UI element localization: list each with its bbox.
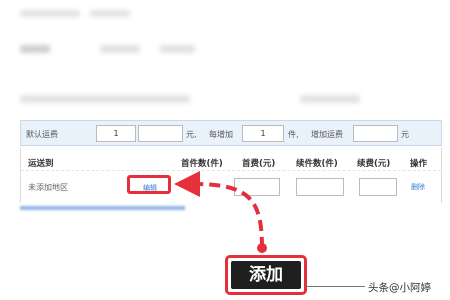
watermark: 头条@小阿婷 [368,282,431,294]
unit-jian-label: 件, [288,130,299,139]
region-cell: 未添加地区 [28,183,68,192]
default-fee-bar: 默认运费 1 件内 元, 每增加 1 件, 增加运费 元 [20,120,442,146]
col-action: 操作 [410,159,428,169]
divider-line [305,286,365,287]
cont-fee-cell-input[interactable] [359,178,397,196]
delete-link[interactable]: 删除 [411,182,425,192]
each-add-label: 每增加 [209,130,233,139]
edit-highlight-box [127,175,171,194]
add-callout: 添加 [225,255,307,295]
yuan-end-label: 元 [401,130,409,139]
cont-pieces-cell-input[interactable] [296,178,344,196]
add-fee-input[interactable] [353,125,398,142]
col-cont-pieces: 续件数(件) [296,159,338,169]
first-qty-input[interactable]: 1 [96,125,136,142]
callout-text: 添加 [231,261,301,289]
col-cont-fee: 续费(元) [357,159,391,169]
first-fee-input[interactable] [138,125,183,142]
blurred-header-area [0,0,450,115]
blurred-link-row [20,203,190,213]
col-destination: 运送到 [28,159,54,169]
add-qty-input[interactable]: 1 [242,125,284,142]
add-fee-label: 增加运费 [311,130,343,139]
yuan-label: 元, [186,130,197,139]
default-fee-label: 默认运费 [26,130,58,139]
